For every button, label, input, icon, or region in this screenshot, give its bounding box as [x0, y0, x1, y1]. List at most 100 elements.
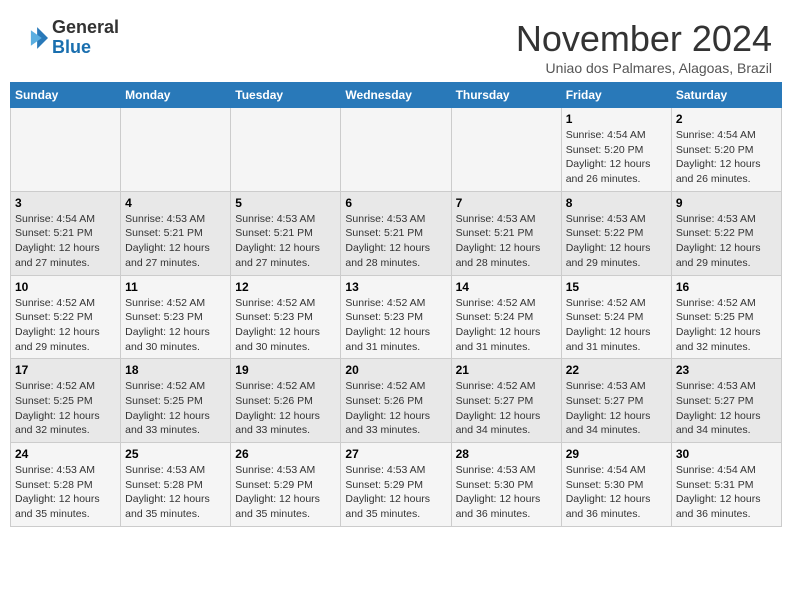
day-number: 23 — [676, 363, 777, 377]
day-info: Sunrise: 4:54 AMSunset: 5:21 PMDaylight:… — [15, 212, 116, 271]
day-cell: 22 Sunrise: 4:53 AMSunset: 5:27 PMDayligh… — [561, 359, 671, 443]
logo-icon — [20, 24, 48, 52]
day-info: Sunrise: 4:52 AMSunset: 5:26 PMDaylight:… — [345, 379, 446, 438]
day-info: Sunrise: 4:53 AMSunset: 5:29 PMDaylight:… — [235, 463, 336, 522]
day-cell: 29 Sunrise: 4:54 AMSunset: 5:30 PMDayligh… — [561, 443, 671, 527]
day-cell: 30 Sunrise: 4:54 AMSunset: 5:31 PMDayligh… — [671, 443, 781, 527]
day-cell: 20Sunrise: 4:52 AMSunset: 5:26 PMDayligh… — [341, 359, 451, 443]
day-number: 22 — [566, 363, 667, 377]
day-info: Sunrise: 4:53 AMSunset: 5:21 PMDaylight:… — [456, 212, 557, 271]
day-number: 8 — [566, 196, 667, 210]
month-title: November 2024 — [516, 18, 772, 60]
logo: General Blue — [20, 18, 119, 58]
title-block: November 2024 Uniao dos Palmares, Alagoa… — [516, 18, 772, 76]
day-cell: 5 Sunrise: 4:53 AMSunset: 5:21 PMDaylight… — [231, 191, 341, 275]
day-header-tuesday: Tuesday — [231, 83, 341, 108]
day-header-friday: Friday — [561, 83, 671, 108]
day-info: Sunrise: 4:52 AMSunset: 5:23 PMDaylight:… — [125, 296, 226, 355]
day-number: 9 — [676, 196, 777, 210]
day-number: 30 — [676, 447, 777, 461]
day-cell: 24Sunrise: 4:53 AMSunset: 5:28 PMDayligh… — [11, 443, 121, 527]
day-cell: 21 Sunrise: 4:52 AMSunset: 5:27 PMDayligh… — [451, 359, 561, 443]
day-number: 1 — [566, 112, 667, 126]
location: Uniao dos Palmares, Alagoas, Brazil — [516, 60, 772, 76]
day-cell: 15 Sunrise: 4:52 AMSunset: 5:24 PMDayligh… — [561, 275, 671, 359]
day-info: Sunrise: 4:52 AMSunset: 5:26 PMDaylight:… — [235, 379, 336, 438]
day-number: 26 — [235, 447, 336, 461]
day-cell: 14Sunrise: 4:52 AMSunset: 5:24 PMDayligh… — [451, 275, 561, 359]
day-number: 29 — [566, 447, 667, 461]
day-number: 16 — [676, 280, 777, 294]
day-info: Sunrise: 4:53 AMSunset: 5:27 PMDaylight:… — [676, 379, 777, 438]
day-info: Sunrise: 4:53 AMSunset: 5:29 PMDaylight:… — [345, 463, 446, 522]
header: General Blue November 2024 Uniao dos Pal… — [10, 10, 782, 82]
day-number: 19 — [235, 363, 336, 377]
day-info: Sunrise: 4:54 AMSunset: 5:31 PMDaylight:… — [676, 463, 777, 522]
day-cell — [231, 108, 341, 192]
day-info: Sunrise: 4:52 AMSunset: 5:22 PMDaylight:… — [15, 296, 116, 355]
day-number: 3 — [15, 196, 116, 210]
day-cell: 6 Sunrise: 4:53 AMSunset: 5:21 PMDaylight… — [341, 191, 451, 275]
day-cell: 13Sunrise: 4:52 AMSunset: 5:23 PMDayligh… — [341, 275, 451, 359]
day-header-thursday: Thursday — [451, 83, 561, 108]
day-info: Sunrise: 4:53 AMSunset: 5:21 PMDaylight:… — [345, 212, 446, 271]
week-row-5: 24Sunrise: 4:53 AMSunset: 5:28 PMDayligh… — [11, 443, 782, 527]
day-info: Sunrise: 4:53 AMSunset: 5:22 PMDaylight:… — [676, 212, 777, 271]
calendar-header: SundayMondayTuesdayWednesdayThursdayFrid… — [11, 83, 782, 108]
day-cell: 12Sunrise: 4:52 AMSunset: 5:23 PMDayligh… — [231, 275, 341, 359]
day-number: 27 — [345, 447, 446, 461]
day-number: 18 — [125, 363, 226, 377]
day-number: 28 — [456, 447, 557, 461]
calendar: SundayMondayTuesdayWednesdayThursdayFrid… — [10, 82, 782, 527]
day-cell: 9 Sunrise: 4:53 AMSunset: 5:22 PMDaylight… — [671, 191, 781, 275]
day-cell: 4 Sunrise: 4:53 AMSunset: 5:21 PMDaylight… — [121, 191, 231, 275]
week-row-1: 1 Sunrise: 4:54 AMSunset: 5:20 PMDaylight… — [11, 108, 782, 192]
day-info: Sunrise: 4:53 AMSunset: 5:22 PMDaylight:… — [566, 212, 667, 271]
day-info: Sunrise: 4:53 AMSunset: 5:21 PMDaylight:… — [235, 212, 336, 271]
day-info: Sunrise: 4:52 AMSunset: 5:25 PMDaylight:… — [676, 296, 777, 355]
day-header-monday: Monday — [121, 83, 231, 108]
day-number: 24 — [15, 447, 116, 461]
day-cell — [341, 108, 451, 192]
day-info: Sunrise: 4:53 AMSunset: 5:27 PMDaylight:… — [566, 379, 667, 438]
day-cell: 16 Sunrise: 4:52 AMSunset: 5:25 PMDayligh… — [671, 275, 781, 359]
day-cell: 26 Sunrise: 4:53 AMSunset: 5:29 PMDayligh… — [231, 443, 341, 527]
logo-blue: Blue — [52, 37, 91, 57]
week-row-3: 10 Sunrise: 4:52 AMSunset: 5:22 PMDayligh… — [11, 275, 782, 359]
day-cell — [11, 108, 121, 192]
day-info: Sunrise: 4:54 AMSunset: 5:20 PMDaylight:… — [566, 128, 667, 187]
day-cell: 7 Sunrise: 4:53 AMSunset: 5:21 PMDaylight… — [451, 191, 561, 275]
day-cell: 27 Sunrise: 4:53 AMSunset: 5:29 PMDayligh… — [341, 443, 451, 527]
day-cell: 19 Sunrise: 4:52 AMSunset: 5:26 PMDayligh… — [231, 359, 341, 443]
day-header-sunday: Sunday — [11, 83, 121, 108]
day-number: 4 — [125, 196, 226, 210]
days-of-week-row: SundayMondayTuesdayWednesdayThursdayFrid… — [11, 83, 782, 108]
day-cell: 23 Sunrise: 4:53 AMSunset: 5:27 PMDayligh… — [671, 359, 781, 443]
day-number: 7 — [456, 196, 557, 210]
logo-general: General — [52, 17, 119, 37]
day-info: Sunrise: 4:52 AMSunset: 5:25 PMDaylight:… — [125, 379, 226, 438]
day-info: Sunrise: 4:54 AMSunset: 5:20 PMDaylight:… — [676, 128, 777, 187]
day-number: 11 — [125, 280, 226, 294]
day-cell: 8 Sunrise: 4:53 AMSunset: 5:22 PMDaylight… — [561, 191, 671, 275]
day-number: 5 — [235, 196, 336, 210]
day-number: 10 — [15, 280, 116, 294]
day-info: Sunrise: 4:52 AMSunset: 5:25 PMDaylight:… — [15, 379, 116, 438]
day-number: 15 — [566, 280, 667, 294]
logo-text: General Blue — [52, 18, 119, 58]
day-info: Sunrise: 4:53 AMSunset: 5:21 PMDaylight:… — [125, 212, 226, 271]
day-number: 12 — [235, 280, 336, 294]
day-info: Sunrise: 4:54 AMSunset: 5:30 PMDaylight:… — [566, 463, 667, 522]
week-row-4: 17Sunrise: 4:52 AMSunset: 5:25 PMDayligh… — [11, 359, 782, 443]
day-info: Sunrise: 4:52 AMSunset: 5:24 PMDaylight:… — [566, 296, 667, 355]
day-cell: 28 Sunrise: 4:53 AMSunset: 5:30 PMDayligh… — [451, 443, 561, 527]
day-header-saturday: Saturday — [671, 83, 781, 108]
day-header-wednesday: Wednesday — [341, 83, 451, 108]
day-info: Sunrise: 4:52 AMSunset: 5:24 PMDaylight:… — [456, 296, 557, 355]
day-info: Sunrise: 4:52 AMSunset: 5:27 PMDaylight:… — [456, 379, 557, 438]
day-cell: 11 Sunrise: 4:52 AMSunset: 5:23 PMDayligh… — [121, 275, 231, 359]
day-number: 6 — [345, 196, 446, 210]
day-info: Sunrise: 4:52 AMSunset: 5:23 PMDaylight:… — [345, 296, 446, 355]
day-number: 21 — [456, 363, 557, 377]
day-info: Sunrise: 4:53 AMSunset: 5:30 PMDaylight:… — [456, 463, 557, 522]
